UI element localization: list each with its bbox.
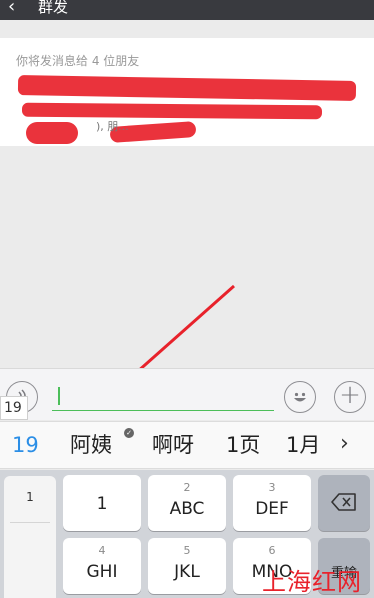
- key-2[interactable]: 2 ABC: [148, 475, 226, 531]
- key-number: 5: [183, 544, 191, 557]
- candidate-item[interactable]: 1页: [226, 432, 260, 458]
- plus-icon[interactable]: +: [334, 381, 366, 413]
- key-number: 4: [98, 544, 106, 557]
- arrow-shaft: [127, 284, 235, 382]
- chevron-right-icon[interactable]: ›: [340, 430, 349, 458]
- pinyin-preview: 19: [0, 396, 28, 420]
- watermark-logo: 上海红网: [262, 568, 362, 596]
- candidate-item[interactable]: 19: [12, 432, 39, 458]
- message-input[interactable]: [52, 379, 274, 411]
- key-label: 1: [96, 494, 108, 514]
- key-number: 2: [183, 481, 191, 494]
- composer-bar: +: [0, 368, 374, 420]
- key-label: DEF: [255, 499, 289, 519]
- key-1[interactable]: 1: [63, 475, 141, 531]
- candidate-item[interactable]: 1月: [286, 432, 320, 458]
- key-number: 6: [268, 544, 276, 557]
- key-label: GHI: [86, 562, 118, 582]
- key-number: 3: [268, 481, 276, 494]
- key-label: JKL: [174, 562, 200, 582]
- divider: [10, 522, 50, 523]
- side-list-item[interactable]: 1: [4, 490, 56, 504]
- smiley-icon: [294, 392, 306, 402]
- key-4[interactable]: 4 GHI: [63, 538, 141, 594]
- key-5[interactable]: 5 JKL: [148, 538, 226, 594]
- symbol-side-list[interactable]: 1: [4, 476, 56, 598]
- backspace-icon: [331, 493, 356, 511]
- emoji-icon[interactable]: [284, 381, 316, 413]
- text-caret: [58, 387, 60, 405]
- backspace-key[interactable]: [318, 475, 370, 531]
- key-3[interactable]: 3 DEF: [233, 475, 311, 531]
- candidate-item[interactable]: 啊呀: [152, 432, 194, 458]
- candidate-bar: 19 阿姨 ✓ 啊呀 1页 1月 ›: [0, 421, 374, 469]
- check-badge-icon: ✓: [124, 428, 134, 438]
- candidate-item[interactable]: 阿姨: [70, 432, 112, 458]
- key-label: ABC: [169, 499, 205, 519]
